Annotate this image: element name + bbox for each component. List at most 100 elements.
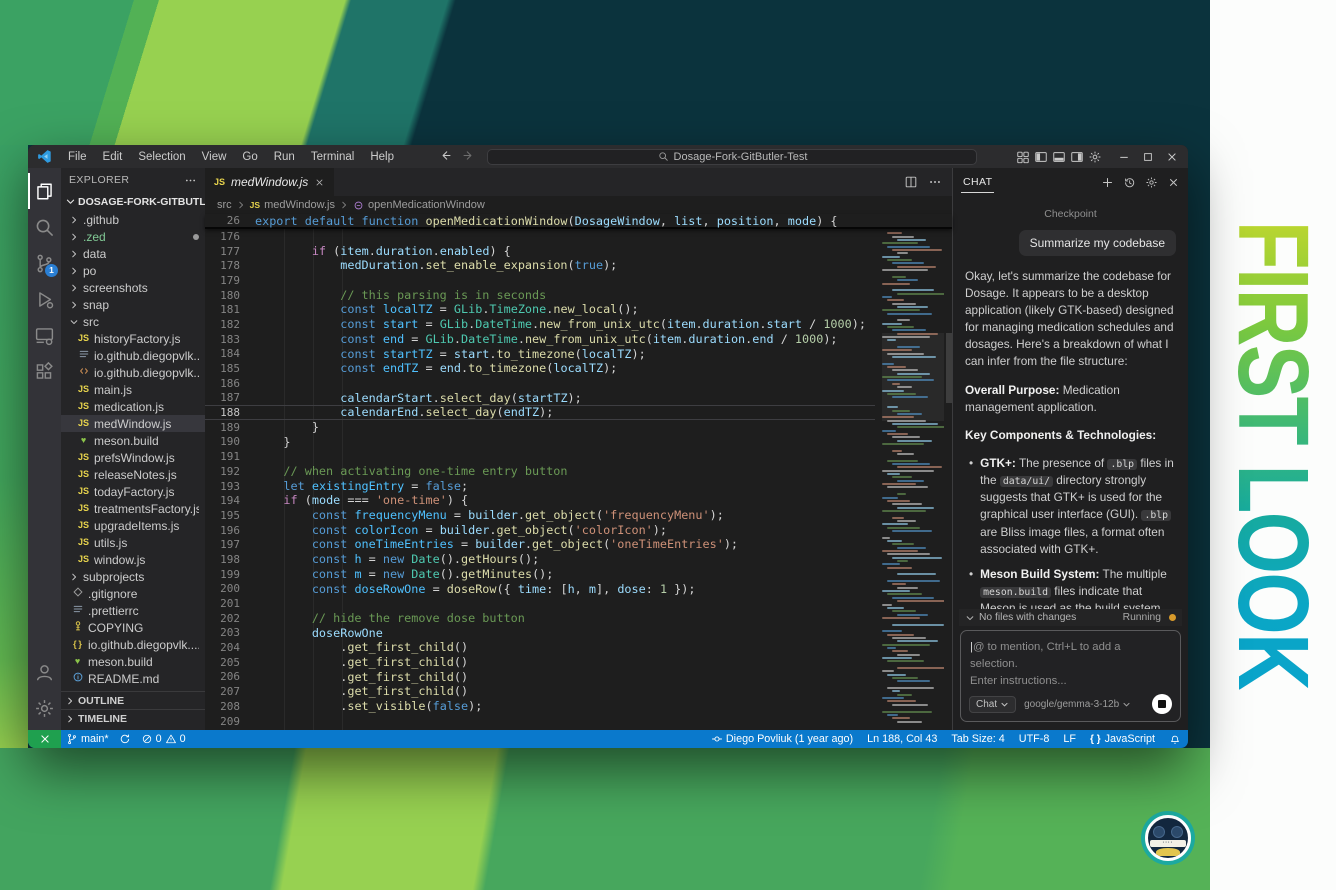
code-line-195[interactable]: 195 const frequencyMenu = builder.get_ob…	[205, 508, 875, 523]
tree-item-main-js[interactable]: JSmain.js	[61, 381, 205, 398]
command-center-search[interactable]: Dosage-Fork-GitButler-Test	[487, 149, 977, 165]
changes-row[interactable]: No files with changes Running	[959, 609, 1182, 626]
code-line-189[interactable]: 189 }	[205, 420, 875, 435]
vscode-logo-icon[interactable]	[37, 149, 52, 164]
code-line-188[interactable]: 188 calendarEnd.select_day(endTZ);	[205, 405, 875, 420]
code-line-185[interactable]: 185 const endTZ = end.to_timezone(localT…	[205, 361, 875, 376]
tree-item--prettierrc[interactable]: .prettierrc	[61, 602, 205, 619]
tree-item-medwindow-js[interactable]: JSmedWindow.js	[61, 415, 205, 432]
minimize-icon[interactable]	[1118, 151, 1130, 163]
breadcrumb-file[interactable]: medWindow.js	[264, 199, 335, 211]
activity-remote-explorer[interactable]	[28, 317, 61, 353]
explorer-root-folder[interactable]: DOSAGE-FORK-GITBUTLE...	[61, 192, 205, 211]
code-lines[interactable]: 176177 if (item.duration.enabled) {178 m…	[205, 229, 875, 728]
tree-item-copying[interactable]: COPYING	[61, 619, 205, 636]
code-line-201[interactable]: 201	[205, 596, 875, 611]
code-line-182[interactable]: 182 const start = GLib.DateTime.new_from…	[205, 317, 875, 332]
maximize-icon[interactable]	[1142, 151, 1154, 163]
editor-scrollbar[interactable]	[946, 333, 952, 403]
code-line-204[interactable]: 204 .get_first_child()	[205, 640, 875, 655]
menu-view[interactable]: View	[195, 149, 234, 165]
code-line-196[interactable]: 196 const colorIcon = builder.get_object…	[205, 523, 875, 538]
code-line-184[interactable]: 184 const startTZ = start.to_timezone(lo…	[205, 347, 875, 362]
nav-back-icon[interactable]	[439, 149, 452, 162]
tree-item-medication-js[interactable]: JSmedication.js	[61, 398, 205, 415]
chat-tab[interactable]: CHAT	[961, 171, 994, 193]
tree-item-meson-build[interactable]: ♥meson.build	[61, 432, 205, 449]
code-line-205[interactable]: 205 .get_first_child()	[205, 655, 875, 670]
close-chat-icon[interactable]	[1167, 176, 1180, 189]
tree-item-data[interactable]: data	[61, 245, 205, 262]
toggle-sidebar-icon[interactable]	[1034, 150, 1048, 164]
breadcrumb-symbol[interactable]: openMedicationWindow	[368, 199, 485, 211]
tree-item-releasenotes-js[interactable]: JSreleaseNotes.js	[61, 466, 205, 483]
more-actions-icon[interactable]	[184, 174, 197, 187]
code-line-209[interactable]: 209	[205, 714, 875, 729]
code-line-200[interactable]: 200 const doseRowOne = doseRow({ time: […	[205, 582, 875, 597]
tree-item-io-github-diegopvlk-[interactable]: { }io.github.diegopvlk....	[61, 636, 205, 653]
chat-settings-gear-icon[interactable]	[1145, 176, 1158, 189]
code-line-193[interactable]: 193 let existingEntry = false;	[205, 479, 875, 494]
code-line-208[interactable]: 208 .set_visible(false);	[205, 699, 875, 714]
tree-item-io-github-diegopvlk-[interactable]: io.github.diegopvlk....	[61, 364, 205, 381]
code-line-203[interactable]: 203 doseRowOne	[205, 626, 875, 641]
breadcrumb-src[interactable]: src	[217, 199, 232, 211]
close-tab-icon[interactable]	[314, 177, 325, 188]
encoding[interactable]: UTF-8	[1012, 733, 1057, 745]
activity-accounts[interactable]	[28, 654, 61, 690]
nav-forward-icon[interactable]	[462, 149, 475, 162]
code-line-183[interactable]: 183 const end = GLib.DateTime.new_from_u…	[205, 332, 875, 347]
tree-item-prefswindow-js[interactable]: JSprefsWindow.js	[61, 449, 205, 466]
tree-item-utils-js[interactable]: JSutils.js	[61, 534, 205, 551]
outline-section[interactable]: OUTLINE	[61, 691, 205, 709]
code-line-178[interactable]: 178 medDuration.set_enable_expansion(tru…	[205, 258, 875, 273]
tab-size[interactable]: Tab Size: 4	[944, 733, 1011, 745]
sticky-scroll-line[interactable]: 26export default function openMedication…	[205, 214, 952, 229]
tree-item-meson-build[interactable]: ♥meson.build	[61, 653, 205, 670]
tree-item--github[interactable]: .github	[61, 211, 205, 228]
code-line-191[interactable]: 191	[205, 449, 875, 464]
code-line-187[interactable]: 187 calendarStart.select_day(startTZ);	[205, 391, 875, 406]
menu-selection[interactable]: Selection	[131, 149, 192, 165]
tree-item-po[interactable]: po	[61, 262, 205, 279]
model-dropdown[interactable]: google/gemma-3-12b	[1024, 699, 1131, 710]
code-line-181[interactable]: 181 const localTZ = GLib.TimeZone.new_lo…	[205, 302, 875, 317]
menu-help[interactable]: Help	[363, 149, 401, 165]
code-line-186[interactable]: 186	[205, 376, 875, 391]
code-line-176[interactable]: 176	[205, 229, 875, 244]
tree-item-historyfactory-js[interactable]: JShistoryFactory.js	[61, 330, 205, 347]
tree-item-upgradeitems-js[interactable]: JSupgradeItems.js	[61, 517, 205, 534]
mode-dropdown[interactable]: Chat	[969, 696, 1016, 713]
code-line-197[interactable]: 197 const oneTimeEntries = builder.get_o…	[205, 537, 875, 552]
split-editor-icon[interactable]	[904, 175, 918, 189]
tree-item-window-js[interactable]: JSwindow.js	[61, 551, 205, 568]
tree-item-src[interactable]: src	[61, 313, 205, 330]
commit-info[interactable]: Diego Povliuk (1 year ago)	[704, 733, 860, 745]
more-actions-icon[interactable]	[928, 175, 942, 189]
toggle-panel-icon[interactable]	[1052, 150, 1066, 164]
activity-extensions[interactable]	[28, 353, 61, 389]
menu-run[interactable]: Run	[267, 149, 302, 165]
activity-run-debug[interactable]	[28, 281, 61, 317]
tree-item-io-github-diegopvlk-[interactable]: io.github.diegopvlk....	[61, 347, 205, 364]
activity-settings[interactable]	[28, 690, 61, 726]
menu-edit[interactable]: Edit	[96, 149, 130, 165]
settings-gear-icon[interactable]	[1088, 150, 1102, 164]
menu-terminal[interactable]: Terminal	[304, 149, 361, 165]
chat-input[interactable]: |@ to mention, Ctrl+L to add a selection…	[960, 630, 1181, 722]
remote-indicator[interactable]	[28, 730, 61, 748]
problems-indicator[interactable]: 0 0	[136, 730, 191, 748]
tree-item--zed[interactable]: .zed	[61, 228, 205, 245]
toggle-secondary-sidebar-icon[interactable]	[1070, 150, 1084, 164]
tree-item--gitignore[interactable]: .gitignore	[61, 585, 205, 602]
code-line-194[interactable]: 194 if (mode === 'one-time') {	[205, 493, 875, 508]
cursor-position[interactable]: Ln 188, Col 43	[860, 733, 944, 745]
breadcrumb[interactable]: src JS medWindow.js openMedicationWindow	[205, 196, 952, 214]
code-line-206[interactable]: 206 .get_first_child()	[205, 670, 875, 685]
minimap[interactable]	[882, 229, 944, 730]
tree-item-readme-md[interactable]: README.md	[61, 670, 205, 687]
code-line-180[interactable]: 180 // this parsing is in seconds	[205, 288, 875, 303]
tree-item-screenshots[interactable]: screenshots	[61, 279, 205, 296]
branch-indicator[interactable]: main*	[61, 730, 114, 748]
tree-item-snap[interactable]: snap	[61, 296, 205, 313]
